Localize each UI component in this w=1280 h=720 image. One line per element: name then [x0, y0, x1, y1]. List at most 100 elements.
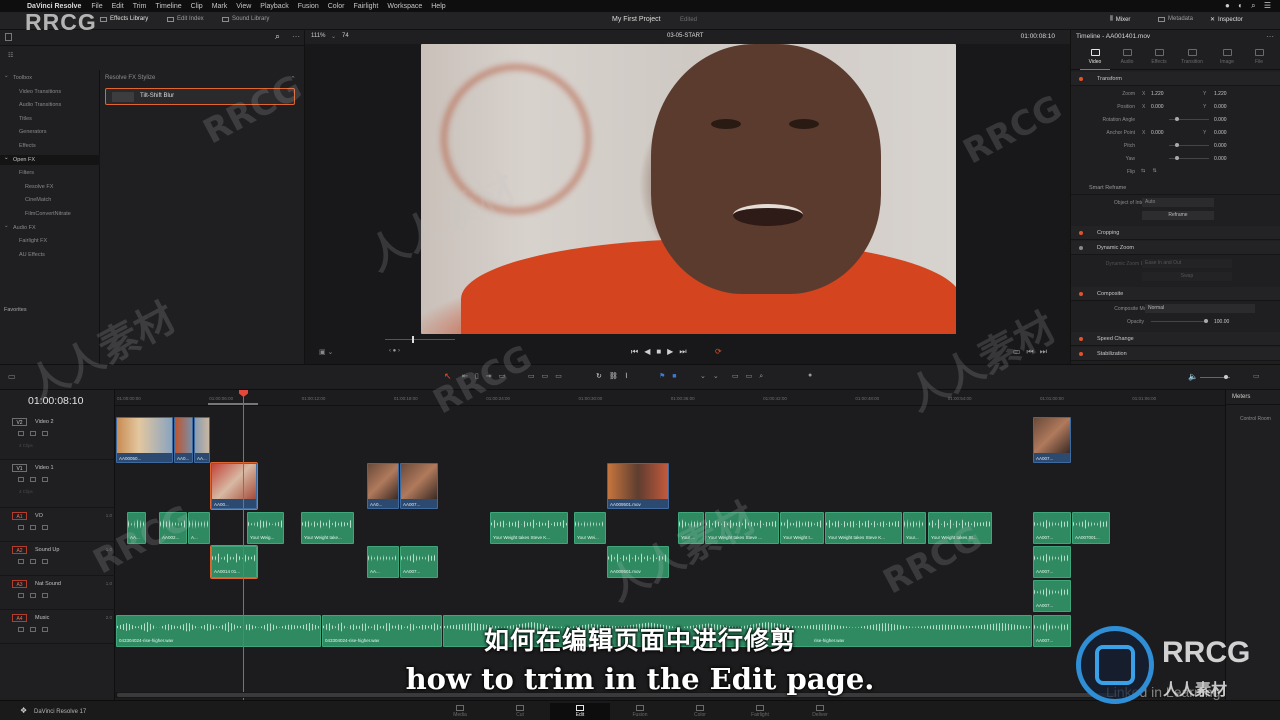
- clip-vo-9[interactable]: Your Weight takes Steve ...: [705, 512, 779, 544]
- track-id-badge[interactable]: V1: [12, 464, 27, 472]
- rotation-field[interactable]: 0.000: [1214, 117, 1227, 123]
- enable-dot-icon[interactable]: [1079, 246, 1083, 250]
- mute-icon[interactable]: [42, 559, 48, 564]
- more-options-icon[interactable]: ⋯: [292, 32, 300, 41]
- lock-icon[interactable]: [18, 593, 24, 598]
- edit-index-toggle[interactable]: Edit Index: [167, 16, 204, 22]
- menu-color[interactable]: Color: [328, 3, 345, 10]
- chevron-down-icon[interactable]: ⌄: [331, 33, 336, 40]
- section-composite[interactable]: Composite: [1071, 287, 1280, 301]
- clip-v2-d[interactable]: AA007...: [1033, 417, 1071, 463]
- clip-su-4[interactable]: AA009501.mov: [607, 546, 669, 578]
- rotation-slider[interactable]: [1169, 117, 1209, 121]
- collapse-up-icon[interactable]: ⌃: [290, 75, 296, 83]
- effects-tree-item[interactable]: Fairlight FX: [0, 236, 100, 246]
- flag-marker-icons[interactable]: ⚑■: [659, 372, 684, 380]
- tab-image[interactable]: Image: [1212, 49, 1242, 65]
- reframe-button[interactable]: Reframe: [1142, 211, 1214, 220]
- solo-icon[interactable]: [30, 593, 36, 598]
- effects-tree-item[interactable]: Filters: [0, 168, 100, 178]
- menu-edit[interactable]: Edit: [112, 3, 124, 10]
- clip-vo-7[interactable]: Your Wei...: [574, 512, 606, 544]
- monitor-icon[interactable]: [42, 431, 48, 436]
- zoom-slider-icon[interactable]: ●: [808, 372, 812, 379]
- metadata-toggle[interactable]: Metadata: [1158, 16, 1193, 22]
- search-icon[interactable]: ⌕: [275, 31, 280, 42]
- position-x-field[interactable]: 0.000: [1151, 104, 1164, 110]
- clip-v1-d[interactable]: AA009501.mov: [607, 463, 669, 509]
- effects-tree-item[interactable]: Generators: [0, 127, 100, 137]
- slider-knob[interactable]: [1224, 375, 1228, 379]
- scrubber-handle[interactable]: [412, 336, 414, 343]
- clip-vo-6[interactable]: Your Weight takes Steve K...: [490, 512, 568, 544]
- position-y-field[interactable]: 0.000: [1214, 104, 1227, 110]
- menu-view[interactable]: View: [236, 3, 251, 10]
- auto-select-icon[interactable]: [30, 431, 36, 436]
- clip-vo-8[interactable]: Your ...: [678, 512, 704, 544]
- effects-tree-item[interactable]: Titles: [0, 114, 100, 124]
- auto-select-icon[interactable]: [30, 477, 36, 482]
- track-id-badge[interactable]: V2: [12, 418, 27, 426]
- menu-fusion[interactable]: Fusion: [298, 3, 319, 10]
- clip-vo-12[interactable]: Your...: [903, 512, 926, 544]
- selection-tool-icon[interactable]: ↖: [444, 371, 452, 382]
- enable-dot-icon[interactable]: [1079, 231, 1083, 235]
- opacity-field[interactable]: 100.00: [1214, 319, 1229, 325]
- clip-vo-5[interactable]: Your Weight take...: [301, 512, 354, 544]
- clip-su-3[interactable]: AA007...: [400, 546, 438, 578]
- tab-effects[interactable]: Effects: [1144, 49, 1174, 65]
- menu-mark[interactable]: Mark: [212, 3, 228, 10]
- sound-library-toggle[interactable]: Sound Library: [222, 16, 269, 22]
- menu-playback[interactable]: Playback: [260, 3, 288, 10]
- object-select[interactable]: Auto: [1142, 198, 1214, 207]
- list-view-icon[interactable]: ☷: [8, 52, 13, 59]
- track-name[interactable]: Video 2: [35, 419, 54, 425]
- edit-mode-icons[interactable]: ▭▭▭: [528, 372, 569, 380]
- lock-icon[interactable]: [18, 525, 24, 530]
- clip-ns-1[interactable]: AA007...: [1033, 580, 1071, 612]
- menu-workspace[interactable]: Workspace: [387, 3, 422, 10]
- section-transform[interactable]: Transform: [1071, 72, 1280, 86]
- track-id-badge[interactable]: A3: [12, 580, 27, 588]
- clip-v2-b[interactable]: AA0...: [174, 417, 193, 463]
- flip-buttons[interactable]: ⇆ ⇅: [1141, 168, 1160, 174]
- enable-dot-icon[interactable]: [1079, 292, 1083, 296]
- composite-mode-select[interactable]: Normal: [1145, 304, 1255, 313]
- anchor-y-field[interactable]: 0.000: [1214, 130, 1227, 136]
- viewer-right-icons[interactable]: ▭⏮⏭: [1013, 347, 1053, 357]
- lock-icon[interactable]: [18, 431, 24, 436]
- effects-tree-item[interactable]: Open FX ⌄: [0, 154, 100, 165]
- pitch-field[interactable]: 0.000: [1214, 143, 1227, 149]
- slider-knob[interactable]: [1175, 143, 1179, 147]
- page-tab-deliver[interactable]: Deliver: [790, 703, 850, 720]
- timeline-timecode[interactable]: 01:00:08:10: [28, 395, 83, 407]
- clip-v1-b[interactable]: AA0...: [367, 463, 399, 509]
- clip-vo-3[interactable]: A...: [188, 512, 210, 544]
- slider-knob[interactable]: [1204, 319, 1208, 323]
- playback-buttons[interactable]: ⏮◀■▶⏭: [631, 347, 693, 357]
- track-header-v1[interactable]: V1 Video 1 4 Clips: [0, 460, 115, 508]
- volume-slider[interactable]: [1200, 375, 1230, 379]
- inspector-toggle[interactable]: ✕ Inspector: [1210, 16, 1243, 24]
- effects-tree-item[interactable]: CineMatch: [0, 195, 100, 205]
- chevron-down-icon[interactable]: ⌄: [4, 73, 9, 79]
- pitch-slider[interactable]: [1169, 143, 1209, 147]
- enable-dot-icon[interactable]: [1079, 77, 1083, 81]
- dz-swap-button[interactable]: Swap: [1142, 272, 1232, 281]
- effects-tree-item[interactable]: Resolve FX: [0, 182, 100, 192]
- page-tab-edit[interactable]: Edit: [550, 703, 610, 720]
- menu-clip[interactable]: Clip: [191, 3, 203, 10]
- clip-vo-13[interactable]: Your Weight takes St...: [928, 512, 992, 544]
- track-name[interactable]: VO: [35, 513, 43, 519]
- enable-dot-icon[interactable]: [1079, 352, 1083, 356]
- effects-tree-item[interactable]: AU Effects: [0, 250, 100, 260]
- speaker-icon[interactable]: 🔈: [1188, 372, 1198, 381]
- zoom-y-field[interactable]: 1.220: [1214, 91, 1227, 97]
- menu-timeline[interactable]: Timeline: [155, 3, 181, 10]
- opacity-slider[interactable]: [1151, 319, 1208, 323]
- section-stabilization[interactable]: Stabilization: [1071, 347, 1280, 361]
- loop-icon[interactable]: ⟳: [715, 347, 722, 356]
- effects-tree-item[interactable]: Effects: [0, 141, 100, 151]
- scrubber-bar[interactable]: [385, 336, 455, 343]
- track-header-a3[interactable]: A3 Nat Sound 1.0: [0, 576, 115, 610]
